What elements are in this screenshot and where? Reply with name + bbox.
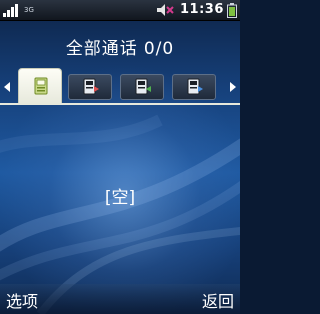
call-log-screen: 3G 11:36 全部通话 0/0 [空] 选项 返回 — [0, 0, 240, 314]
back-softkey[interactable]: 返回 — [202, 288, 234, 312]
page-title: 全部通话 0/0 — [0, 34, 240, 59]
received-calls-icon — [135, 78, 151, 95]
missed-calls-icon — [83, 78, 99, 95]
tab-scroll-left-icon[interactable] — [4, 82, 10, 92]
call-type-tabs — [0, 68, 240, 104]
softkey-bar: 选项 返回 — [0, 284, 240, 314]
mute-icon — [157, 4, 174, 16]
signal-icon — [3, 4, 18, 17]
status-bar: 3G 11:36 — [0, 0, 240, 21]
tab-dialed-calls[interactable] — [172, 74, 216, 100]
tab-received-calls[interactable] — [120, 74, 164, 100]
battery-icon — [227, 3, 237, 18]
call-count: 0/0 — [143, 39, 175, 59]
dialed-calls-icon — [187, 78, 203, 95]
clock-time: 11:36 — [180, 2, 224, 17]
options-softkey[interactable]: 选项 — [6, 288, 38, 312]
page-title-text: 全部通话 — [65, 39, 138, 59]
tab-missed-calls[interactable] — [68, 74, 112, 100]
empty-list-label: [空] — [104, 188, 136, 208]
network-type-label: 3G — [24, 6, 34, 14]
tab-all-calls[interactable] — [18, 68, 62, 104]
tab-scroll-right-icon[interactable] — [230, 82, 236, 92]
all-calls-icon — [34, 77, 48, 95]
tab-underline — [0, 103, 240, 105]
